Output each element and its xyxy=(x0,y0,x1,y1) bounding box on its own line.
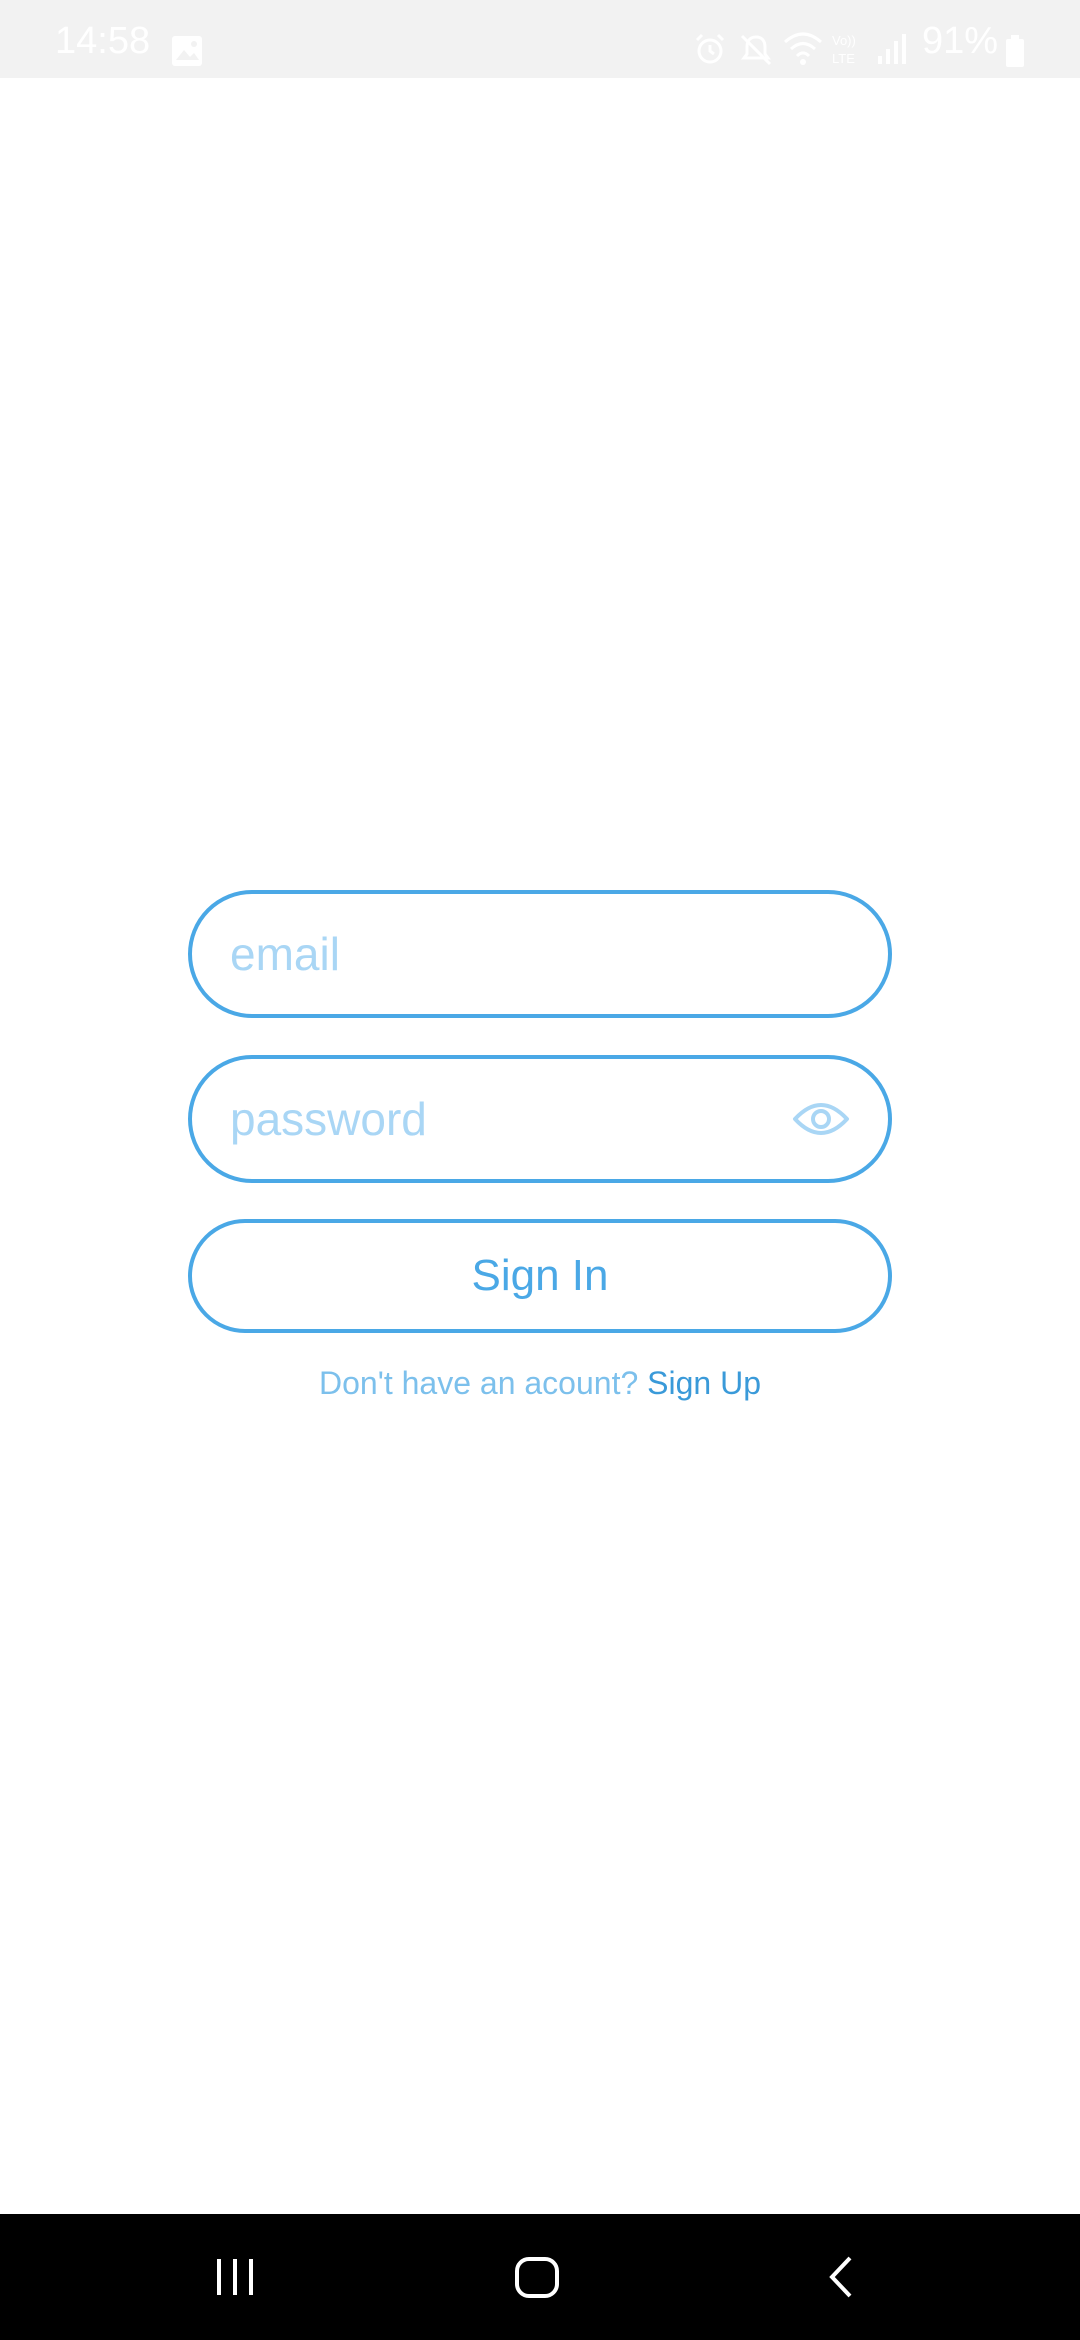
wifi-icon xyxy=(784,32,822,65)
sign-in-button[interactable]: Sign In xyxy=(188,1219,892,1333)
status-bar: 14:58 Vo)) LTE 91% xyxy=(0,0,1080,78)
back-icon[interactable] xyxy=(750,2214,930,2340)
password-field-container xyxy=(188,1055,892,1183)
image-icon xyxy=(172,36,202,66)
volte-icon: Vo)) LTE xyxy=(832,33,856,66)
email-field-container xyxy=(188,890,892,1018)
login-screen: 14:58 Vo)) LTE 91% email Sign In Don't h… xyxy=(0,0,1080,2340)
password-input[interactable] xyxy=(230,1059,790,1179)
navigation-bar xyxy=(0,2214,1080,2340)
svg-text:LTE: LTE xyxy=(832,51,855,66)
signup-row: Don't have an acount? Sign Up xyxy=(188,1363,892,1403)
battery-percent: 91% xyxy=(922,20,999,62)
sign-up-link[interactable]: Sign Up xyxy=(647,1365,761,1401)
show-password-eye-icon[interactable] xyxy=(792,1095,850,1143)
email-input[interactable] xyxy=(230,894,790,1014)
home-icon[interactable] xyxy=(447,2214,627,2340)
svg-text:Vo)): Vo)) xyxy=(832,33,856,48)
alarm-icon xyxy=(695,33,725,64)
recent-apps-icon[interactable] xyxy=(145,2214,325,2340)
signal-icon xyxy=(878,34,906,64)
status-time: 14:58 xyxy=(55,20,151,62)
mute-icon xyxy=(740,34,772,66)
login-form: Sign In Don't have an acount? Sign Up xyxy=(188,890,892,1403)
signup-prompt: Don't have an acount? xyxy=(319,1365,648,1401)
battery-icon xyxy=(1006,35,1024,67)
